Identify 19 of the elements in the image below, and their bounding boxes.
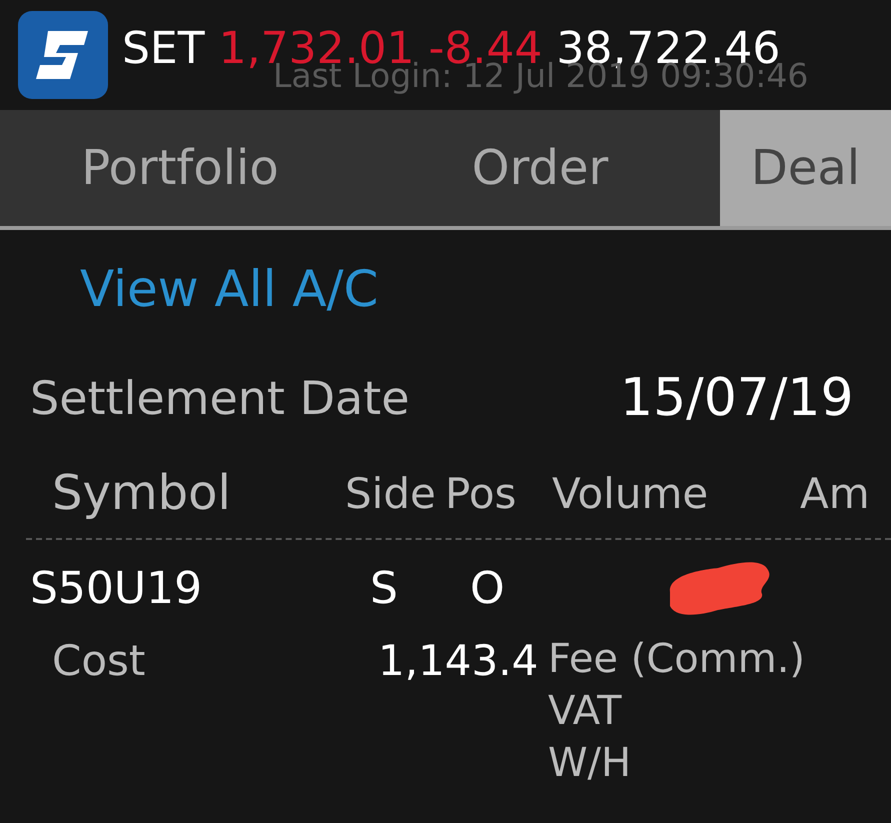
column-header: Volume [552, 468, 710, 518]
fee-label: Fee (Comm.) [548, 636, 806, 682]
side-cell-text: S [370, 562, 399, 614]
symbol-cell-text: S50U19 [29, 562, 204, 614]
cost-value: 1,143.4 [378, 636, 540, 685]
cost-label: Cost [51, 636, 146, 685]
position-cell-text: O [470, 562, 506, 614]
view-all-link[interactable]: View All A/C [80, 260, 378, 318]
column-header: Side [345, 468, 437, 518]
fee-label: W/H [548, 740, 632, 786]
column-header: Pos [445, 468, 518, 518]
column-header: Am [800, 468, 871, 518]
settlement-date-label: Settlement Date [29, 371, 411, 425]
tab[interactable]: Deal [720, 110, 891, 226]
column-header: Symbol [51, 465, 232, 521]
settlement-date-value: 15/07/19 [620, 368, 855, 428]
fee-label: VAT [548, 688, 623, 734]
index-name: SET [122, 22, 205, 74]
app-logo-icon [18, 11, 108, 99]
